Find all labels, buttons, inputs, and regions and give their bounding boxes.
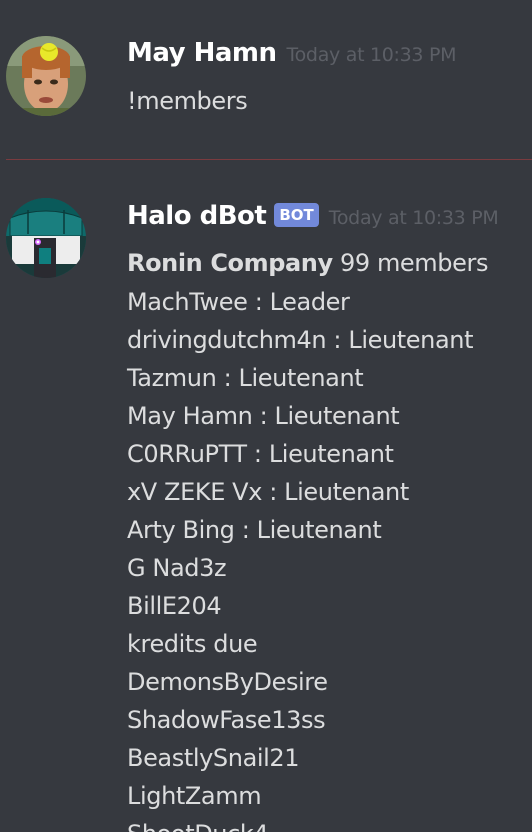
member-line: BillE204 <box>127 592 222 620</box>
member-line: xV ZEKE Vx : Lieutenant <box>127 478 409 506</box>
chat-messages: May Hamn Today at 10:33 PM !members Halo… <box>0 0 532 832</box>
member-line: Arty Bing : Lieutenant <box>127 516 382 544</box>
message-header: Halo dBot BOT Today at 10:33 PM <box>127 201 499 231</box>
member-line: C0RRuPTT : Lieutenant <box>127 440 394 468</box>
member-line: G Nad3z <box>127 554 227 582</box>
bot-avatar[interactable] <box>6 198 86 278</box>
member-line: DemonsByDesire <box>127 668 328 696</box>
member-line: kredits due <box>127 630 258 658</box>
timestamp: Today at 10:33 PM <box>328 207 499 229</box>
member-line: BeastlySnail21 <box>127 744 300 772</box>
company-summary: Ronin Company 99 members <box>127 249 488 277</box>
message-user: May Hamn Today at 10:33 PM !members <box>0 0 532 159</box>
member-line: drivingdutchm4n : Lieutenant <box>127 326 474 354</box>
user-avatar[interactable] <box>6 36 86 116</box>
member-line: Tazmun : Lieutenant <box>127 364 364 392</box>
user-avatar-image <box>6 36 86 116</box>
username[interactable]: May Hamn <box>127 38 277 68</box>
member-count: 99 members <box>339 249 489 277</box>
bot-avatar-image <box>6 198 86 278</box>
member-line: May Hamn : Lieutenant <box>127 402 400 430</box>
message-header: May Hamn Today at 10:33 PM <box>127 38 457 68</box>
member-line: ShadowFase13ss <box>127 706 326 734</box>
company-name: Ronin Company <box>127 249 333 277</box>
member-line: LightZamm <box>127 782 262 810</box>
member-line: MachTwee : Leader <box>127 288 350 316</box>
bot-badge: BOT <box>274 203 319 227</box>
member-line: ShootDuck4 <box>127 815 473 832</box>
timestamp: Today at 10:33 PM <box>286 44 457 66</box>
bot-username[interactable]: Halo dBot <box>127 201 267 231</box>
message-text: !members <box>127 87 248 115</box>
members-list: MachTwee : Leader drivingdutchm4n : Lieut… <box>127 283 473 832</box>
